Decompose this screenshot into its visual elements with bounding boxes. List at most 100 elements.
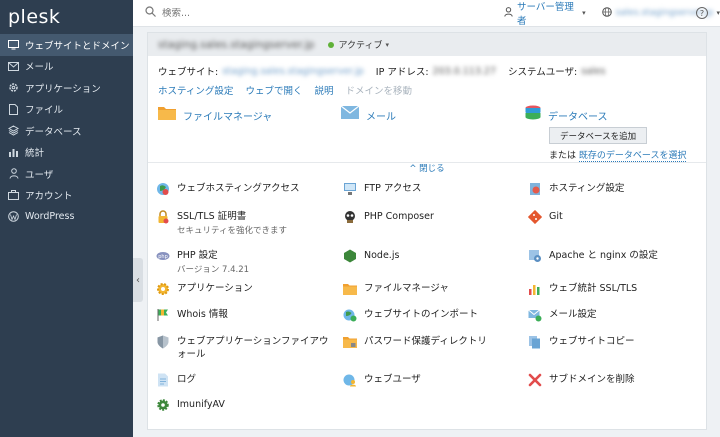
tool-label: サブドメインを削除 (549, 374, 635, 385)
status-label: アクティブ (338, 41, 383, 51)
sidebar-item-label: アカウント (25, 191, 73, 203)
log-file-icon (158, 373, 168, 387)
tool-label: Whois 情報 (177, 309, 228, 320)
tool-imunifyav[interactable]: ImunifyAV (156, 398, 225, 412)
imunifyav-icon (157, 399, 169, 411)
help-icon[interactable]: ? (696, 7, 708, 19)
domain-card: staging.sales.stagingserver.jp アクティブ ▾ ウ… (147, 32, 707, 430)
tool-label: アプリケーション (177, 283, 253, 294)
file-icon (8, 103, 19, 115)
tool-git[interactable]: Git (528, 210, 563, 224)
tool-logs[interactable]: ログ (156, 373, 196, 387)
status-dot (328, 41, 335, 48)
quick-file-manager-label: ファイルマネージャ (183, 112, 273, 123)
sidebar-item-users[interactable]: ユーザ (0, 163, 133, 185)
copy-icon (529, 336, 540, 349)
tool-label: FTP アクセス (364, 183, 422, 194)
sysuser-label: システムユーザ: (508, 67, 578, 78)
sidebar-item-databases[interactable]: データベース (0, 120, 133, 142)
collapse-toggle[interactable]: ^ 閉じる (148, 162, 706, 174)
folder-icon (343, 284, 357, 295)
sidebar-item-account[interactable]: アカウント (0, 185, 133, 207)
tool-remove-subdomain[interactable]: サブドメインを削除 (528, 373, 635, 387)
sidebar-item-mail[interactable]: メール (0, 56, 133, 78)
hosting-settings-link[interactable]: ホスティング設定 (158, 83, 233, 97)
tool-website-copy[interactable]: ウェブサイトコピー (528, 335, 635, 349)
website-link[interactable]: staging.sales.stagingserver.jp (222, 66, 364, 77)
select-existing-database-link[interactable]: 既存のデータベースを選択 (578, 151, 687, 162)
tool-applications[interactable]: アプリケーション (156, 282, 253, 296)
tool-web-application-firewall[interactable]: ウェブアプリケーションファイアウォール (156, 335, 338, 361)
status-badge[interactable]: アクティブ ▾ (328, 38, 389, 51)
tool-description: バージョン 7.4.21 (177, 265, 250, 275)
tool-label: ウェブホスティングアクセス (177, 183, 300, 194)
sidebar: plesk ウェブサイトとドメイン メール アプリケーション ファイル データベ… (0, 0, 133, 437)
sidebar-item-label: ファイル (25, 105, 64, 117)
user-icon (8, 168, 19, 179)
tool-whois[interactable]: Whois 情報 (156, 308, 228, 322)
tool-label: SSL/TLS 証明書 (177, 211, 247, 222)
tool-apache-nginx[interactable]: Apache と nginx の設定 (528, 249, 658, 263)
tool-hosting-settings[interactable]: ホスティング設定 (528, 182, 624, 196)
user-icon (504, 6, 513, 20)
protected-folder-icon (343, 337, 357, 348)
git-icon (528, 210, 542, 224)
tool-web-stats-ssl[interactable]: ウェブ統計 SSL/TLS (528, 282, 637, 296)
tool-label: メール設定 (549, 309, 597, 320)
tool-label: PHP Composer (364, 211, 434, 222)
php-icon: php (156, 252, 170, 260)
quick-database[interactable]: データベース (525, 105, 608, 125)
or-text: または (549, 151, 577, 161)
tool-file-manager[interactable]: ファイルマネージャ (343, 282, 449, 296)
tool-password-protected-dirs[interactable]: パスワード保護ディレクトリ (343, 335, 487, 349)
bar-chart-icon (8, 147, 19, 158)
tool-label: ホスティング設定 (549, 183, 625, 194)
wordpress-icon (8, 211, 19, 223)
nodejs-icon (344, 249, 356, 263)
open-in-web-link[interactable]: ウェブで開く (245, 83, 302, 97)
tool-web-users[interactable]: ウェブユーザ (343, 373, 421, 387)
quick-database-label: データベース (548, 112, 608, 123)
folder-icon (158, 105, 176, 123)
tool-web-hosting-access[interactable]: ウェブホスティングアクセス (156, 182, 299, 196)
tool-nodejs[interactable]: Node.js (343, 249, 399, 263)
tool-mail-settings[interactable]: メール設定 (528, 308, 597, 322)
sidebar-item-applications[interactable]: アプリケーション (0, 77, 133, 99)
sidebar-item-wordpress[interactable]: WordPress (0, 206, 133, 228)
search-input[interactable] (162, 7, 362, 19)
sidebar-item-label: 統計 (25, 148, 45, 160)
tool-label: ウェブ統計 SSL/TLS (549, 283, 638, 294)
quick-file-manager[interactable]: ファイルマネージャ (158, 105, 272, 123)
sidebar-collapse-toggle[interactable]: ‹ (133, 258, 143, 302)
add-database-button[interactable]: データベースを追加 (549, 127, 648, 144)
sidebar-item-label: WordPress (25, 211, 75, 223)
plesk-logo[interactable]: plesk (0, 0, 133, 34)
sidebar-item-statistics[interactable]: 統計 (0, 142, 133, 164)
website-label: ウェブサイト: (158, 67, 219, 78)
tool-label: ImunifyAV (177, 399, 225, 410)
tool-label: ウェブサイトのインポート (364, 309, 479, 320)
tool-label: ウェブアプリケーションファイアウォール (177, 336, 329, 360)
globe-icon (601, 6, 612, 20)
sidebar-item-label: アプリケーション (25, 83, 101, 95)
admin-menu[interactable]: サーバー管理者 ▾ (504, 0, 586, 27)
domain-name[interactable]: staging.sales.stagingserver.jp (158, 39, 314, 51)
tool-php-settings[interactable]: php PHP 設定 バージョン 7.4.21 (156, 249, 249, 275)
tool-website-import[interactable]: ウェブサイトのインポート (343, 308, 478, 322)
svg-text:php: php (158, 254, 168, 260)
sidebar-item-label: メール (25, 62, 54, 74)
quick-mail[interactable]: メール (340, 105, 396, 123)
chevron-down-icon: ▾ (582, 9, 586, 17)
sidebar-item-files[interactable]: ファイル (0, 99, 133, 121)
sidebar-item-websites[interactable]: ウェブサイトとドメイン (0, 34, 133, 56)
sidebar-item-label: ユーザ (25, 169, 54, 181)
search-box[interactable] (145, 6, 468, 20)
tool-php-composer[interactable]: PHP Composer (343, 210, 434, 224)
description-link[interactable]: 説明 (314, 83, 333, 97)
ftp-icon (344, 183, 356, 195)
monitor-icon (8, 39, 19, 50)
tool-ftp-access[interactable]: FTP アクセス (343, 182, 421, 196)
domain-info-row: ウェブサイト: staging.sales.stagingserver.jp I… (148, 56, 706, 79)
quick-mail-label: メール (366, 112, 396, 123)
tool-ssl-tls[interactable]: SSL/TLS 証明書 セキュリティを強化できます (156, 210, 287, 236)
